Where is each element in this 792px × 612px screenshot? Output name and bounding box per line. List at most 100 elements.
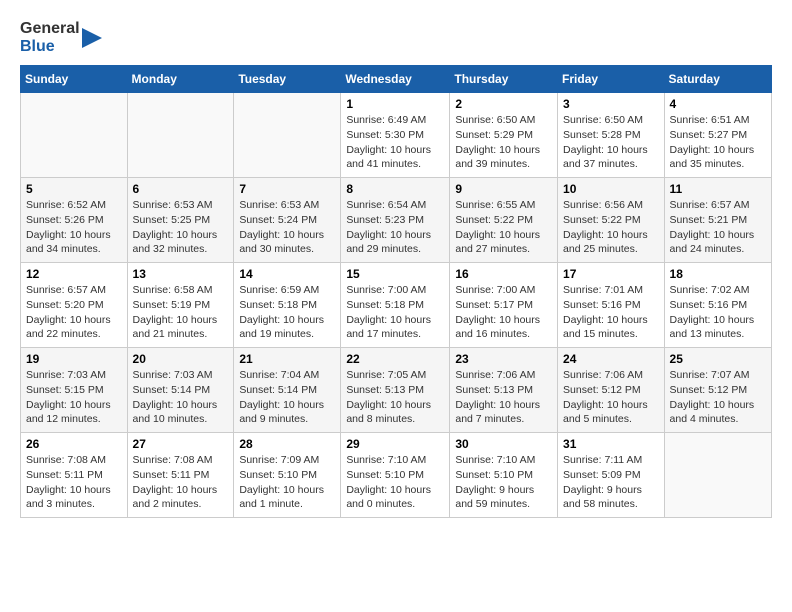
day-info: Sunrise: 7:06 AM Sunset: 5:13 PM Dayligh… [455,368,552,427]
week-row-2: 5Sunrise: 6:52 AM Sunset: 5:26 PM Daylig… [21,178,772,263]
day-number: 17 [563,267,659,281]
day-header-thursday: Thursday [450,66,558,93]
day-number: 3 [563,97,659,111]
day-number: 30 [455,437,552,451]
day-info: Sunrise: 6:55 AM Sunset: 5:22 PM Dayligh… [455,198,552,257]
day-info: Sunrise: 7:06 AM Sunset: 5:12 PM Dayligh… [563,368,659,427]
day-info: Sunrise: 6:49 AM Sunset: 5:30 PM Dayligh… [346,113,444,172]
day-info: Sunrise: 7:10 AM Sunset: 5:10 PM Dayligh… [346,453,444,512]
calendar-cell: 20 Sunrise: 7:03 AM Sunset: 5:14 PM Dayli… [127,348,234,433]
calendar-cell: 30 Sunrise: 7:10 AM Sunset: 5:10 PM Dayli… [450,433,558,518]
calendar-cell: 8Sunrise: 6:54 AM Sunset: 5:23 PM Daylig… [341,178,450,263]
day-info: Sunrise: 6:53 AM Sunset: 5:24 PM Dayligh… [239,198,335,257]
calendar-cell: 31 Sunrise: 7:11 AM Sunset: 5:09 PM Dayli… [558,433,665,518]
calendar-cell: 13Sunrise: 6:58 AM Sunset: 5:19 PM Dayli… [127,263,234,348]
day-number: 4 [670,97,766,111]
calendar-cell: 21 Sunrise: 7:04 AM Sunset: 5:14 PM Dayli… [234,348,341,433]
calendar-cell [234,93,341,178]
day-header-wednesday: Wednesday [341,66,450,93]
day-number: 18 [670,267,766,281]
day-header-friday: Friday [558,66,665,93]
day-number: 23 [455,352,552,366]
day-number: 16 [455,267,552,281]
day-info: Sunrise: 7:04 AM Sunset: 5:14 PM Dayligh… [239,368,335,427]
calendar-cell: 19 Sunrise: 7:03 AM Sunset: 5:15 PM Dayli… [21,348,128,433]
day-info: Sunrise: 7:08 AM Sunset: 5:11 PM Dayligh… [26,453,122,512]
day-info: Sunrise: 7:01 AM Sunset: 5:16 PM Dayligh… [563,283,659,342]
day-number: 9 [455,182,552,196]
day-number: 28 [239,437,335,451]
calendar-cell: 6 Sunrise: 6:53 AM Sunset: 5:25 PM Daylig… [127,178,234,263]
day-number: 22 [346,352,444,366]
day-info: Sunrise: 6:58 AM Sunset: 5:19 PM Dayligh… [133,283,229,342]
day-header-monday: Monday [127,66,234,93]
day-info: Sunrise: 7:07 AM Sunset: 5:12 PM Dayligh… [670,368,766,427]
logo-general: General [20,20,80,38]
calendar-cell [127,93,234,178]
day-header-saturday: Saturday [664,66,771,93]
week-row-1: 1 Sunrise: 6:49 AM Sunset: 5:30 PM Daylig… [21,93,772,178]
calendar-cell [664,433,771,518]
week-row-4: 19 Sunrise: 7:03 AM Sunset: 5:15 PM Dayli… [21,348,772,433]
day-number: 26 [26,437,122,451]
day-info: Sunrise: 6:57 AM Sunset: 5:20 PM Dayligh… [26,283,122,342]
calendar-cell: 2 Sunrise: 6:50 AM Sunset: 5:29 PM Daylig… [450,93,558,178]
calendar-cell: 3 Sunrise: 6:50 AM Sunset: 5:28 PM Daylig… [558,93,665,178]
day-number: 15 [346,267,444,281]
day-number: 29 [346,437,444,451]
day-number: 27 [133,437,229,451]
day-info: Sunrise: 6:50 AM Sunset: 5:28 PM Dayligh… [563,113,659,172]
day-number: 2 [455,97,552,111]
day-info: Sunrise: 6:51 AM Sunset: 5:27 PM Dayligh… [670,113,766,172]
calendar-cell: 23 Sunrise: 7:06 AM Sunset: 5:13 PM Dayli… [450,348,558,433]
day-info: Sunrise: 6:53 AM Sunset: 5:25 PM Dayligh… [133,198,229,257]
day-number: 25 [670,352,766,366]
day-number: 11 [670,182,766,196]
day-info: Sunrise: 7:03 AM Sunset: 5:14 PM Dayligh… [133,368,229,427]
day-info: Sunrise: 7:09 AM Sunset: 5:10 PM Dayligh… [239,453,335,512]
calendar-cell: 1 Sunrise: 6:49 AM Sunset: 5:30 PM Daylig… [341,93,450,178]
calendar-cell: 16Sunrise: 7:00 AM Sunset: 5:17 PM Dayli… [450,263,558,348]
calendar-cell: 22 Sunrise: 7:05 AM Sunset: 5:13 PM Dayli… [341,348,450,433]
logo-arrow-icon [82,22,102,54]
calendar-cell: 11 Sunrise: 6:57 AM Sunset: 5:21 PM Dayli… [664,178,771,263]
week-row-3: 12 Sunrise: 6:57 AM Sunset: 5:20 PM Dayli… [21,263,772,348]
day-info: Sunrise: 7:05 AM Sunset: 5:13 PM Dayligh… [346,368,444,427]
day-info: Sunrise: 6:57 AM Sunset: 5:21 PM Dayligh… [670,198,766,257]
day-info: Sunrise: 7:11 AM Sunset: 5:09 PM Dayligh… [563,453,659,512]
day-info: Sunrise: 7:08 AM Sunset: 5:11 PM Dayligh… [133,453,229,512]
calendar-cell: 4 Sunrise: 6:51 AM Sunset: 5:27 PM Daylig… [664,93,771,178]
calendar-cell: 9 Sunrise: 6:55 AM Sunset: 5:22 PM Daylig… [450,178,558,263]
day-header-sunday: Sunday [21,66,128,93]
calendar-cell: 10 Sunrise: 6:56 AM Sunset: 5:22 PM Dayli… [558,178,665,263]
day-number: 7 [239,182,335,196]
day-info: Sunrise: 7:10 AM Sunset: 5:10 PM Dayligh… [455,453,552,512]
day-number: 12 [26,267,122,281]
day-info: Sunrise: 7:02 AM Sunset: 5:16 PM Dayligh… [670,283,766,342]
calendar-cell: 17 Sunrise: 7:01 AM Sunset: 5:16 PM Dayli… [558,263,665,348]
day-info: Sunrise: 7:03 AM Sunset: 5:15 PM Dayligh… [26,368,122,427]
day-info: Sunrise: 6:59 AM Sunset: 5:18 PM Dayligh… [239,283,335,342]
calendar-cell: 18 Sunrise: 7:02 AM Sunset: 5:16 PM Dayli… [664,263,771,348]
day-number: 21 [239,352,335,366]
day-info: Sunrise: 6:56 AM Sunset: 5:22 PM Dayligh… [563,198,659,257]
page-header: General Blue [20,20,772,55]
calendar-cell: 24 Sunrise: 7:06 AM Sunset: 5:12 PM Dayli… [558,348,665,433]
day-number: 19 [26,352,122,366]
day-info: Sunrise: 6:50 AM Sunset: 5:29 PM Dayligh… [455,113,552,172]
day-info: Sunrise: 7:00 AM Sunset: 5:18 PM Dayligh… [346,283,444,342]
calendar-cell: 12 Sunrise: 6:57 AM Sunset: 5:20 PM Dayli… [21,263,128,348]
day-number: 1 [346,97,444,111]
day-number: 20 [133,352,229,366]
day-number: 31 [563,437,659,451]
day-number: 10 [563,182,659,196]
calendar-cell: 26 Sunrise: 7:08 AM Sunset: 5:11 PM Dayli… [21,433,128,518]
day-number: 6 [133,182,229,196]
day-number: 24 [563,352,659,366]
calendar-cell: 7 Sunrise: 6:53 AM Sunset: 5:24 PM Daylig… [234,178,341,263]
calendar-cell: 28 Sunrise: 7:09 AM Sunset: 5:10 PM Dayli… [234,433,341,518]
calendar-cell: 5Sunrise: 6:52 AM Sunset: 5:26 PM Daylig… [21,178,128,263]
day-number: 8 [346,182,444,196]
calendar-cell: 27 Sunrise: 7:08 AM Sunset: 5:11 PM Dayli… [127,433,234,518]
day-info: Sunrise: 6:52 AM Sunset: 5:26 PM Dayligh… [26,198,122,257]
